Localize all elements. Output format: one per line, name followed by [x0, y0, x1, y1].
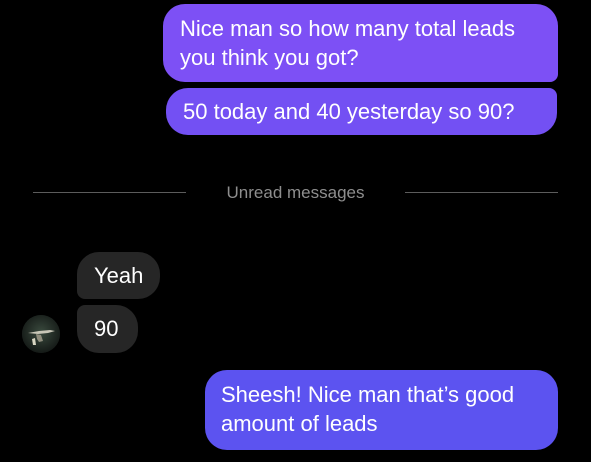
outgoing-message-bubble[interactable]: 50 today and 40 yesterday so 90? [166, 88, 557, 135]
message-text-line: Sheesh! Nice man that’s good [221, 382, 515, 407]
incoming-message-bubble[interactable]: Yeah [77, 252, 160, 299]
outgoing-message-bubble[interactable]: Nice man so how many total leads you thi… [163, 4, 558, 82]
message-text-line: amount of leads [221, 411, 378, 436]
unread-divider-line-left [33, 192, 186, 193]
unread-divider-line-right [405, 192, 558, 193]
message-text-line: Yeah [94, 263, 144, 288]
message-text-line: 50 today and 40 yesterday so 90? [183, 99, 515, 124]
unread-messages-label: Unread messages [226, 183, 365, 202]
incoming-message-bubble[interactable]: 90 [77, 305, 138, 353]
message-text-line: 90 [94, 316, 119, 341]
outgoing-message-bubble[interactable]: Sheesh! Nice man that’s good amount of l… [205, 370, 558, 450]
message-text-line: you think you got? [180, 45, 359, 70]
message-text-line: Nice man so how many total leads [180, 16, 516, 41]
profile-photo-icon [22, 315, 60, 353]
avatar[interactable] [22, 315, 60, 353]
